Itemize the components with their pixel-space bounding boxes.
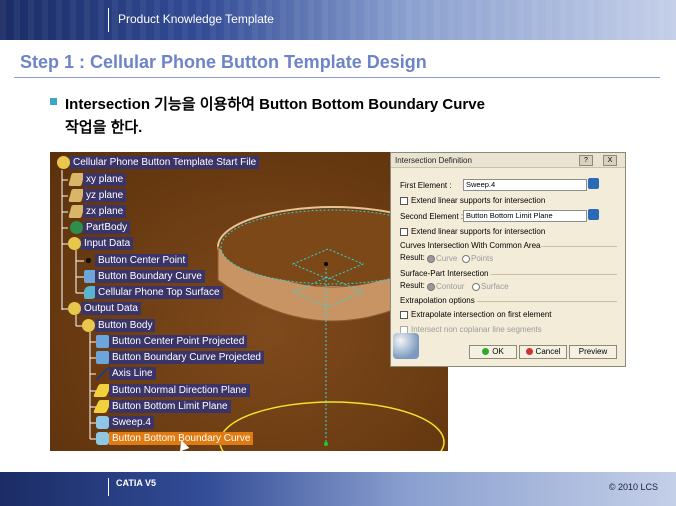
intersect-noncoplanar-label: Intersect non coplanar line segments [411,325,542,334]
extend-first-checkbox[interactable] [400,197,408,205]
result-label: Result: [400,253,425,262]
points-radio-label: Points [471,254,494,263]
header-title: Product Knowledge Template [118,12,274,26]
footer-divider [108,478,109,496]
cancel-button[interactable]: Cancel [519,345,567,359]
catia-viewport[interactable]: Cellular Phone Button Template Start Fil… [50,152,448,451]
first-element-label: First Element : [400,181,452,190]
tree-node-top-surface[interactable]: Cellular Phone Top Surface [95,286,223,299]
tree-node-xy-plane[interactable]: xy plane [83,173,127,186]
tree-node-output-data[interactable]: Output Data [81,302,141,315]
extrapolate-label: Extrapolate intersection on first elemen… [411,310,552,319]
tree-node-zx-plane[interactable]: zx plane [83,205,127,218]
preview-button[interactable]: Preview [569,345,617,359]
gear-icon [68,302,81,315]
dialog-titlebar[interactable]: Intersection Definition ? X [391,153,625,168]
intersection-icon [96,432,109,445]
specification-tree[interactable]: Cellular Phone Button Template Start Fil… [50,152,310,451]
surface-section-label: Surface-Part Intersection [400,269,489,278]
second-element-label: Second Element : [400,212,464,221]
curve-radio[interactable] [427,255,435,263]
gear-icon [68,237,81,250]
section-separator [541,246,617,247]
tree-node-button-boundary-curve[interactable]: Button Boundary Curve [95,270,205,283]
point-icon [86,258,91,263]
footer-brand: CATIA V5 [116,478,157,488]
axis-top-point [324,262,328,266]
extend-first-label: Extend linear supports for intersection [411,196,546,205]
cancel-icon [525,348,533,355]
tree-node-bottom-limit-plane[interactable]: Button Bottom Limit Plane [109,400,231,413]
sweep-icon [96,416,109,429]
bullet-icon [50,98,57,105]
projection-icon [96,351,109,364]
tree-node-sweep4[interactable]: Sweep.4 [109,416,154,429]
intersection-definition-dialog[interactable]: Intersection Definition ? X First Elemen… [390,152,626,367]
axis-bottom-point [324,442,328,446]
header-texture [0,0,676,40]
tree-node-yz-plane[interactable]: yz plane [83,189,127,202]
section-separator [477,301,617,302]
header-bar: Product Knowledge Template [0,0,676,40]
section-separator [491,274,617,275]
contour-radio-label: Contour [436,282,465,291]
contour-radio[interactable] [427,283,435,291]
header-divider [108,8,109,32]
surface-radio-label: Surface [481,282,509,291]
ok-icon [482,348,490,355]
extend-second-checkbox[interactable] [400,228,408,236]
tree-node-normal-direction-plane[interactable]: Button Normal Direction Plane [109,384,250,397]
dialog-title: Intersection Definition [395,156,472,165]
extend-second-label: Extend linear supports for intersection [411,227,546,236]
surface-radio[interactable] [472,283,480,291]
bullet-line-1: Intersection 기능을 이용하여 Button Bottom Boun… [65,96,485,113]
close-button[interactable]: X [603,155,617,166]
result-label-2: Result: [400,281,425,290]
extrapolation-section-label: Extrapolation options [400,296,475,305]
second-element-picker-icon[interactable] [588,209,599,220]
curve-radio-label: Curve [436,254,458,263]
tree-node-partbody[interactable]: PartBody [83,221,131,234]
first-element-field[interactable]: Sweep.4 [463,179,587,191]
slide-title: Step 1 : Cellular Phone Button Template … [20,52,427,72]
tree-node-center-point-projected[interactable]: Button Center Point Projected [109,335,248,348]
tree-node-axis-line[interactable]: Axis Line [109,367,156,380]
curves-section-label: Curves Intersection With Common Area [400,241,541,250]
points-radio[interactable] [462,255,470,263]
catia-logo-icon [393,333,419,359]
gear-icon [57,156,70,169]
second-element-field[interactable]: Button Bottom Limit Plane [463,210,587,222]
ok-button[interactable]: OK [469,345,517,359]
tree-node-boundary-curve-projected[interactable]: Button Boundary Curve Projected [109,351,264,364]
footer-copyright: © 2010 LCS [608,482,658,492]
extrapolate-checkbox[interactable] [400,311,408,319]
title-underline [14,77,660,78]
line-icon [96,367,109,380]
cancel-label: Cancel [535,347,561,356]
tree-node-button-body[interactable]: Button Body [95,319,156,332]
help-button[interactable]: ? [579,155,593,166]
bullet-text: Intersection 기능을 이용하여 Button Bottom Boun… [65,93,625,139]
first-element-picker-icon[interactable] [588,178,599,189]
bullet-line-2: 작업을 한다. [65,119,143,136]
projection-icon [96,335,109,348]
ok-label: OK [492,347,504,356]
gear-icon [82,319,95,332]
partbody-icon [70,221,83,234]
tree-node-button-center-point[interactable]: Button Center Point [95,254,189,267]
footer-bar: CATIA V5 © 2010 LCS [0,472,676,506]
tree-node-input-data[interactable]: Input Data [81,237,134,250]
tree-node-root[interactable]: Cellular Phone Button Template Start Fil… [70,156,260,169]
